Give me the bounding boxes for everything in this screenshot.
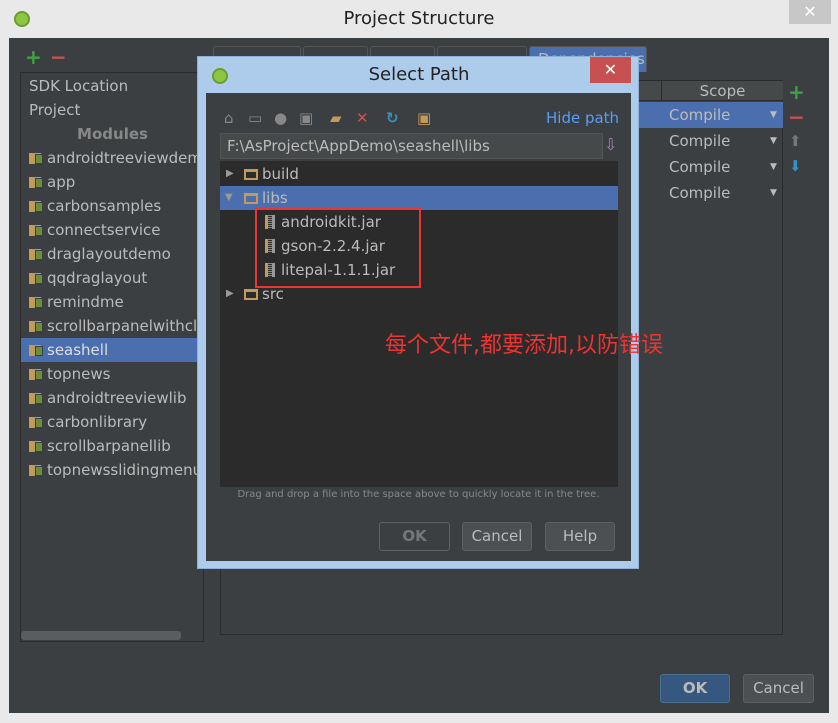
module-icon [29,369,43,380]
ok-button[interactable]: OK [660,674,730,703]
scope-value[interactable]: Compile [669,154,730,180]
annotation-text: 每个文件,都要添加,以防错误 [385,333,663,358]
sidebar-item-module[interactable]: app [21,170,204,194]
desktop-icon[interactable]: ▭ [248,109,262,127]
sidebar-item-module[interactable]: carbonsamples [21,194,204,218]
sidebar-item-project[interactable]: Project [21,98,204,122]
module-icon [29,177,43,188]
tree-item-libs[interactable]: ▼ libs [220,186,618,210]
tree-item-build[interactable]: ▶ build [220,162,618,186]
browse-history-icon[interactable]: ⇩ [604,135,617,154]
sidebar-item-module[interactable]: topnews [21,362,204,386]
show-hidden-icon[interactable]: ▣ [417,109,431,127]
dropdown-arrow-icon[interactable]: ▼ [770,102,777,128]
sidebar-item-module[interactable]: connectservice [21,218,204,242]
modules-header: Modules [77,125,148,143]
path-input[interactable]: F:\AsProject\AppDemo\seashell\libs [220,133,603,159]
module-icon [29,393,43,404]
new-folder-icon[interactable]: ▰ [330,109,342,127]
scope-value[interactable]: Compile [669,128,730,154]
dialog-cancel-button[interactable]: Cancel [462,522,532,551]
select-path-dialog: Select Path ✕ ⌂ ▭ ● ▣ ▰ ✕ ↻ ▣ Hide path … [197,56,639,569]
drag-drop-hint: Drag and drop a file into the space abov… [237,489,600,500]
module-folder-icon[interactable]: ▣ [299,109,313,127]
sidebar-item-module[interactable]: scrollbarpanelwithclock [21,314,204,338]
dialog-ok-button[interactable]: OK [379,522,450,551]
module-icon [29,297,43,308]
refresh-icon[interactable]: ↻ [386,109,399,127]
sidebar-item-module[interactable]: topnewsslidingmenu [21,458,204,482]
dialog-close-button[interactable]: ✕ [590,57,631,83]
hide-path-link[interactable]: Hide path [546,109,619,127]
module-icon [29,417,43,428]
module-icon [29,465,43,476]
module-icon [29,225,43,236]
sidebar-item-module[interactable]: draglayoutdemo [21,242,204,266]
scope-value[interactable]: Compile [669,180,730,206]
dropdown-arrow-icon[interactable]: ▼ [770,180,777,206]
add-module-button[interactable]: + [25,45,42,69]
sidebar-item-module[interactable]: androidtreeviewlib [21,386,204,410]
sidebar-item-module[interactable]: carbonlibrary [21,410,204,434]
dropdown-arrow-icon[interactable]: ▼ [770,128,777,154]
file-tree: ▶ build ▼ libs androidkit.jar gson-2.2.4.j… [220,161,618,487]
module-icon [29,201,43,212]
module-icon [29,345,43,356]
home-icon[interactable]: ⌂ [224,109,234,127]
remove-module-button[interactable]: − [50,45,67,69]
module-list: SDK Location Project Modules androidtree… [20,72,204,642]
module-icon [29,441,43,452]
project-icon[interactable]: ● [274,109,287,127]
sidebar-item-sdk-location[interactable]: SDK Location [21,74,204,98]
module-icon [29,273,43,284]
remove-dependency-button[interactable]: − [788,105,805,129]
module-icon [29,321,43,332]
sidebar-item-module[interactable]: seashell [21,338,204,362]
sidebar-item-module[interactable]: qqdraglayout [21,266,204,290]
sidebar-item-module[interactable]: remindme [21,290,204,314]
scope-value[interactable]: Compile [669,102,730,128]
module-icon [29,153,43,164]
horizontal-scrollbar[interactable] [21,631,181,640]
window-close-button[interactable]: ✕ [789,0,831,24]
sidebar-item-module[interactable]: scrollbarpanellib [21,434,204,458]
move-down-icon[interactable]: ⬇ [789,157,802,175]
dialog-title: Select Path [368,64,470,85]
move-up-icon[interactable]: ⬆ [789,132,802,150]
window-title: Project Structure [343,8,495,29]
sidebar-item-module[interactable]: androidtreeviewdemo [21,146,204,170]
add-dependency-button[interactable]: + [788,80,805,104]
dropdown-arrow-icon[interactable]: ▼ [770,154,777,180]
cancel-button[interactable]: Cancel [743,674,814,703]
delete-icon[interactable]: ✕ [356,109,369,127]
dialog-help-button[interactable]: Help [545,522,615,551]
module-icon [29,249,43,260]
highlight-box [255,208,421,288]
scope-column-header[interactable]: Scope [661,81,783,101]
